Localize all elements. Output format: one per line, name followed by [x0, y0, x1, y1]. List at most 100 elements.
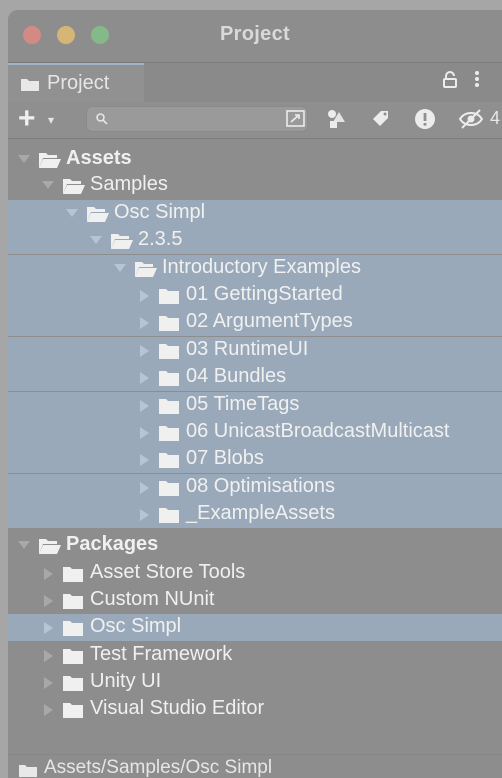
- search-input[interactable]: [113, 110, 277, 130]
- tree-row[interactable]: Osc Simpl: [8, 200, 502, 227]
- expand-arrow-right-icon[interactable]: [140, 509, 149, 521]
- expand-arrow-down-icon[interactable]: [18, 541, 30, 549]
- tree-row[interactable]: Asset Store Tools: [8, 560, 502, 587]
- folder-icon: [20, 76, 40, 97]
- search-by-type-icon[interactable]: [326, 108, 348, 135]
- folder-icon: [158, 342, 180, 365]
- tab-project[interactable]: Project: [8, 63, 144, 103]
- folder-icon: [158, 424, 180, 447]
- tree-item-label: Introductory Examples: [162, 256, 361, 278]
- hidden-count: 4: [490, 108, 501, 128]
- tree-item-label: _ExampleAssets: [186, 502, 335, 524]
- tree-row[interactable]: 02 ArgumentTypes: [8, 309, 502, 336]
- tree-item-label: Osc Simpl: [90, 615, 182, 637]
- tree-row[interactable]: Introductory Examples: [8, 255, 502, 282]
- folder-open-icon: [38, 537, 62, 560]
- expand-arrow-right-icon[interactable]: [140, 317, 149, 329]
- tree-item-label: Samples: [90, 173, 168, 195]
- expand-arrow-right-icon[interactable]: [140, 454, 149, 466]
- hidden-packages-icon[interactable]: [458, 108, 486, 135]
- status-bar: Assets/Samples/Osc Simpl: [8, 754, 502, 778]
- tree-item-label: Test Framework: [90, 643, 233, 665]
- expand-arrow-right-icon[interactable]: [44, 677, 53, 689]
- create-button[interactable]: + ▾: [14, 102, 64, 136]
- expand-arrow-right-icon[interactable]: [44, 650, 53, 662]
- expand-arrow-right-icon[interactable]: [44, 595, 53, 607]
- expand-arrow-right-icon[interactable]: [140, 345, 149, 357]
- folder-icon: [158, 451, 180, 474]
- folder-open-icon: [86, 205, 110, 228]
- tree-item-label: Assets: [66, 147, 132, 169]
- tag-icon[interactable]: [370, 108, 392, 135]
- tree-row[interactable]: Visual Studio Editor: [8, 696, 502, 723]
- tree-row[interactable]: Osc Simpl: [8, 614, 502, 641]
- folder-icon: [62, 647, 84, 670]
- folder-icon: [18, 762, 38, 778]
- tree-row[interactable]: Unity UI: [8, 669, 502, 696]
- expand-arrow-down-icon[interactable]: [42, 181, 54, 189]
- tree-row[interactable]: Test Framework: [8, 642, 502, 669]
- folder-icon: [62, 619, 84, 642]
- search-field[interactable]: [86, 106, 308, 132]
- expand-arrow-right-icon[interactable]: [44, 704, 53, 716]
- tree-row[interactable]: Assets: [8, 146, 502, 173]
- folder-open-icon: [110, 232, 134, 255]
- tree-row[interactable]: 05 TimeTags: [8, 392, 502, 419]
- tree-row[interactable]: _ExampleAssets: [8, 501, 502, 528]
- plus-icon: +: [18, 102, 36, 135]
- tree-item-label: Asset Store Tools: [90, 561, 246, 583]
- tree-row[interactable]: 07 Blobs: [8, 446, 502, 473]
- folder-icon: [62, 565, 84, 588]
- expand-arrow-down-icon[interactable]: [18, 155, 30, 163]
- folder-open-icon: [134, 260, 158, 283]
- tree-row[interactable]: 04 Bundles: [8, 364, 502, 391]
- tree-row[interactable]: 08 Optimisations: [8, 474, 502, 501]
- title-bar: Project: [8, 10, 502, 62]
- search-icon: [95, 112, 109, 131]
- expand-arrow-down-icon[interactable]: [66, 209, 78, 217]
- tree-item-label: 04 Bundles: [186, 365, 287, 387]
- folder-open-icon: [62, 177, 86, 200]
- tree-row[interactable]: 2.3.5: [8, 227, 502, 254]
- expand-arrow-right-icon[interactable]: [140, 482, 149, 494]
- project-tree: Assets Samples Osc Simpl 2.3.5 Introductory …: [8, 140, 502, 740]
- tree-item-label: Osc Simpl: [114, 201, 206, 223]
- expand-arrow-right-icon[interactable]: [140, 427, 149, 439]
- chevron-down-icon: ▾: [48, 113, 55, 127]
- expand-arrow-right-icon[interactable]: [44, 568, 53, 580]
- tree-item-label: 2.3.5: [138, 228, 183, 250]
- tree-item-label: 05 TimeTags: [186, 393, 300, 415]
- toolbar: + ▾ 4: [8, 102, 502, 139]
- tree-row[interactable]: Custom NUnit: [8, 587, 502, 614]
- folder-icon: [62, 674, 84, 697]
- folder-open-icon: [38, 151, 62, 174]
- expand-arrow-right-icon[interactable]: [140, 400, 149, 412]
- expand-arrow-down-icon[interactable]: [90, 236, 102, 244]
- expand-arrow-right-icon[interactable]: [140, 290, 149, 302]
- tree-row[interactable]: 06 UnicastBroadcastMulticast: [8, 419, 502, 446]
- lock-icon[interactable]: [442, 71, 458, 94]
- folder-icon: [158, 479, 180, 502]
- folder-icon: [158, 397, 180, 420]
- tree-item-label: 02 ArgumentTypes: [186, 310, 353, 332]
- tree-row[interactable]: 01 GettingStarted: [8, 282, 502, 309]
- tree-item-label: 08 Optimisations: [186, 475, 335, 497]
- tree-row[interactable]: 03 RuntimeUI: [8, 337, 502, 364]
- tree-item-label: Visual Studio Editor: [90, 697, 265, 719]
- expand-arrow-right-icon[interactable]: [44, 622, 53, 634]
- search-window-icon[interactable]: [285, 109, 307, 134]
- tree-row[interactable]: Samples: [8, 172, 502, 199]
- folder-icon: [158, 369, 180, 392]
- folder-icon: [158, 314, 180, 337]
- kebab-menu-icon[interactable]: [474, 69, 480, 95]
- expand-arrow-right-icon[interactable]: [140, 372, 149, 384]
- window-title: Project: [220, 23, 290, 45]
- tab-label: Project: [47, 72, 110, 94]
- tree-row[interactable]: Packages: [8, 532, 502, 559]
- tree-item-label: 06 UnicastBroadcastMulticast: [186, 420, 450, 442]
- tree-item-label: 03 RuntimeUI: [186, 338, 309, 360]
- folder-icon: [62, 701, 84, 724]
- tree-item-label: Custom NUnit: [90, 588, 215, 610]
- warning-icon[interactable]: [414, 108, 436, 135]
- expand-arrow-down-icon[interactable]: [114, 264, 126, 272]
